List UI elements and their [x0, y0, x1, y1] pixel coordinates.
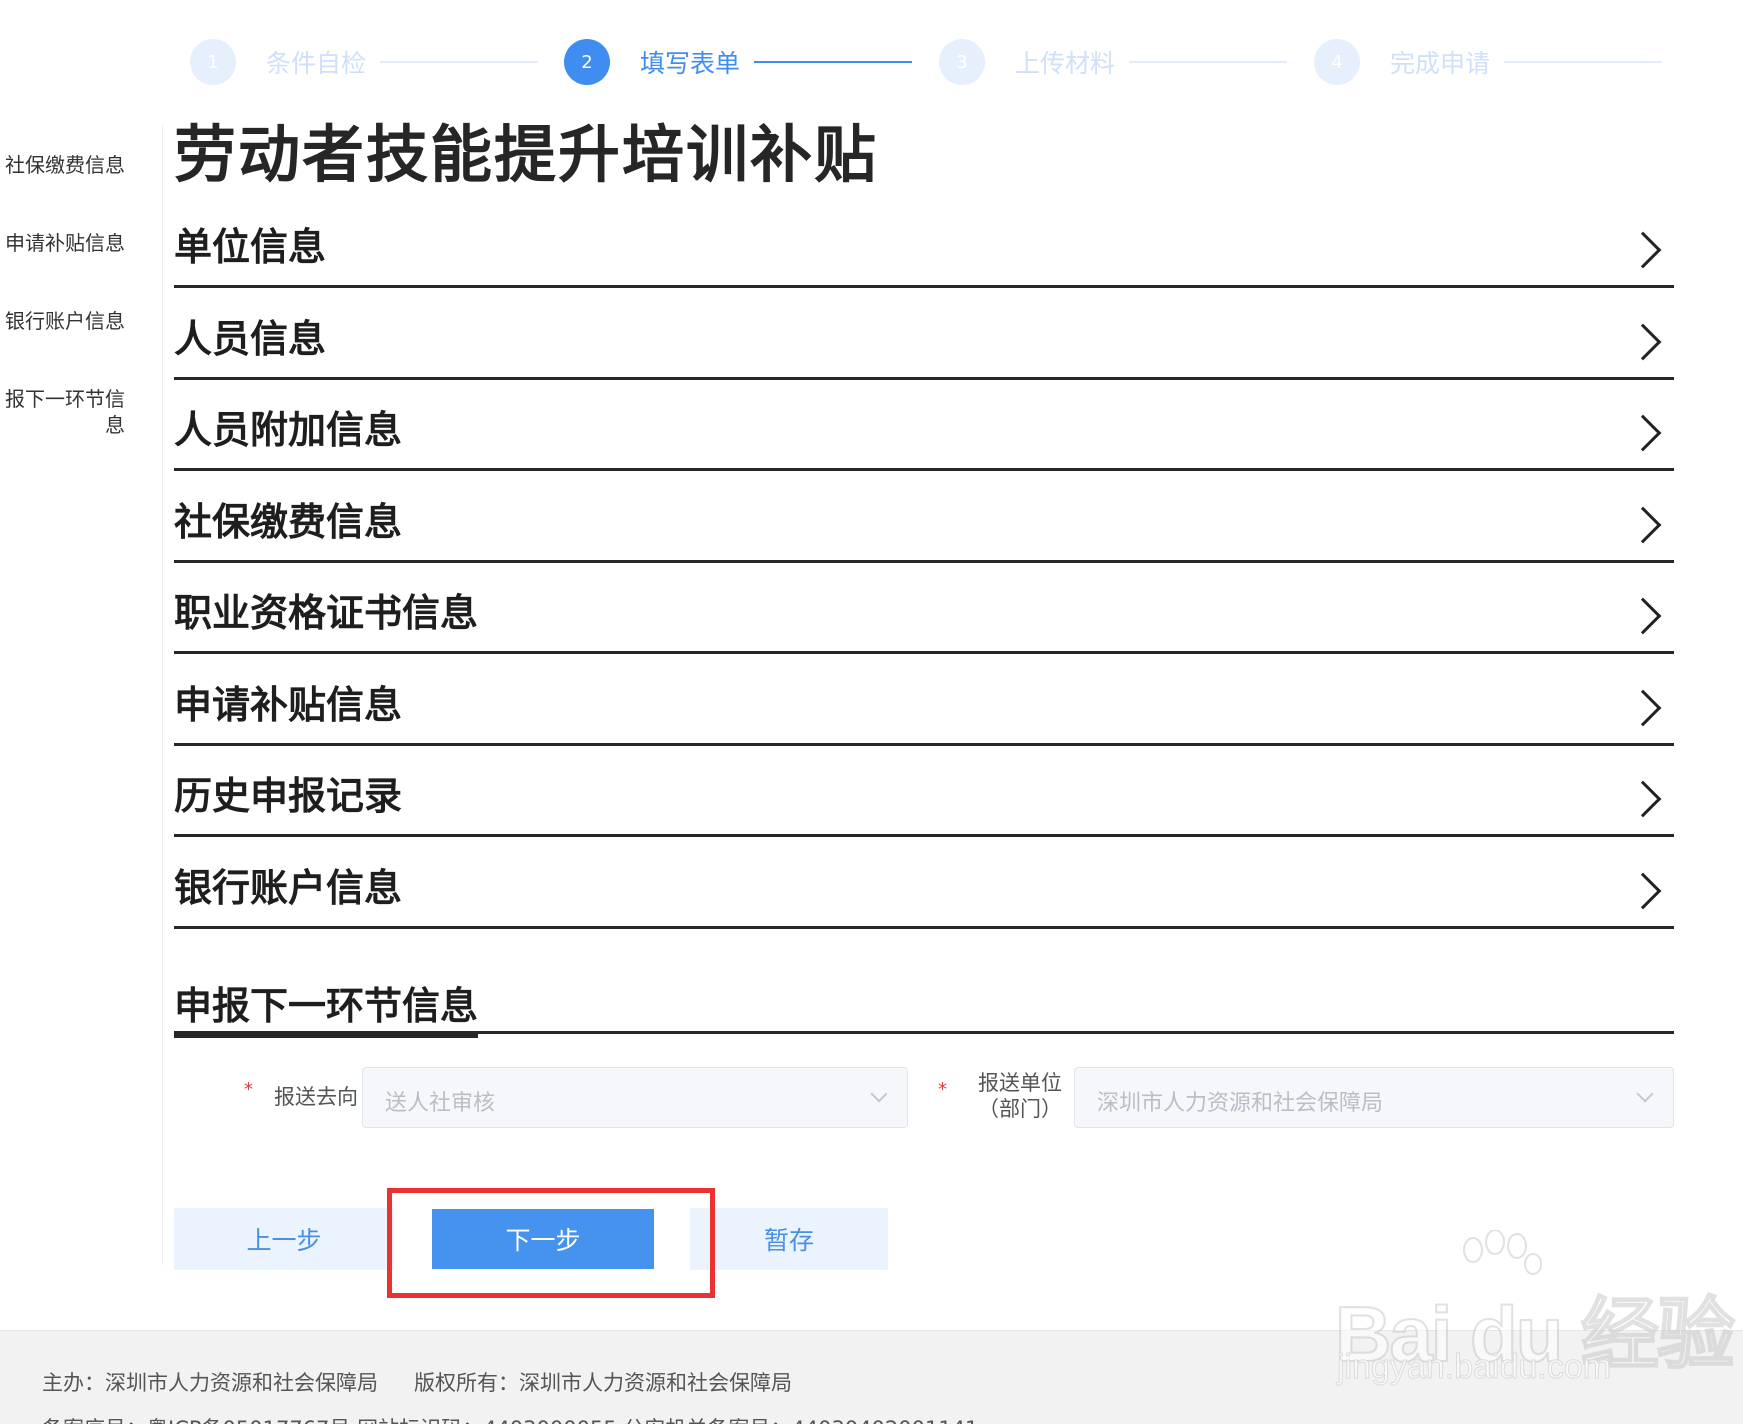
footer-info: 主办：深圳市人力资源和社会保障局 版权所有：深圳市人力资源和社会保障局	[42, 1367, 792, 1397]
section-bank-account-info[interactable]: 银行账户信息	[174, 837, 1674, 929]
step-label: 条件自检	[266, 49, 367, 78]
step-connector	[754, 61, 913, 63]
section-label: 单位信息	[174, 225, 327, 269]
section-label: 人员附加信息	[174, 408, 403, 452]
anchor-item-subsidy[interactable]: 申请补贴信息	[0, 230, 125, 256]
anchor-item-bank-account[interactable]: 银行账户信息	[0, 308, 125, 334]
send-unit-label-line2: （部门）	[978, 1096, 1062, 1121]
section-label: 职业资格证书信息	[174, 591, 479, 635]
step-number: 2	[564, 39, 610, 85]
step-1: 1 条件自检	[190, 37, 539, 87]
send-direction-select[interactable]: 送人社审核	[362, 1066, 908, 1128]
nav-divider	[162, 125, 163, 1265]
anchor-item-next-step[interactable]: 报下一环节信息	[0, 386, 125, 440]
chevron-right-icon	[1624, 231, 1662, 269]
step-number: 4	[1314, 39, 1360, 85]
send-unit-label: 报送单位 （部门）	[964, 1070, 1076, 1122]
save-draft-button[interactable]: 暂存	[690, 1208, 888, 1270]
section-label: 社保缴费信息	[174, 499, 403, 544]
chevron-down-icon	[1636, 1085, 1654, 1102]
step-label: 上传材料	[1015, 49, 1116, 78]
send-direction-label: 报送去向	[274, 1084, 358, 1109]
section-label: 银行账户信息	[174, 865, 403, 910]
step-4: 4 完成申请	[1314, 37, 1663, 87]
next-step-form-row: * 报送去向 送人社审核 * 报送单位 （部门） 深圳市人力资源和社会保障局	[174, 1034, 1674, 1174]
footer-icp: 备案序号：粤ICP备05017767号 网站标识码：4403000055 公安机…	[42, 1413, 978, 1424]
section-certificate-info[interactable]: 职业资格证书信息	[174, 563, 1674, 654]
chevron-right-icon	[1624, 414, 1662, 452]
chevron-right-icon	[1624, 872, 1662, 909]
section-social-security-info[interactable]: 社保缴费信息	[174, 471, 1674, 563]
baidu-watermark: Bai du 经验 jingyan.baidu.com	[1334, 1230, 1736, 1390]
section-label: 申请补贴信息	[174, 682, 403, 727]
section-personnel-extra-info[interactable]: 人员附加信息	[174, 380, 1674, 471]
required-mark: *	[938, 1078, 947, 1100]
send-unit-select[interactable]: 深圳市人力资源和社会保障局	[1074, 1066, 1674, 1128]
select-value: 送人社审核	[385, 1090, 496, 1116]
chevron-right-icon	[1624, 506, 1662, 543]
select-value: 深圳市人力资源和社会保障局	[1097, 1090, 1384, 1116]
send-unit-label-line1: 报送单位	[978, 1070, 1062, 1095]
anchor-item-social-security[interactable]: 社保缴费信息	[0, 152, 125, 178]
chevron-down-icon	[870, 1085, 888, 1102]
chevron-right-icon	[1624, 323, 1662, 360]
prev-step-button[interactable]: 上一步	[174, 1208, 394, 1270]
step-connector	[380, 61, 539, 63]
step-label: 完成申请	[1390, 49, 1491, 78]
required-mark: *	[244, 1078, 253, 1100]
step-connector	[1129, 61, 1288, 63]
main-content: 劳动者技能提升培训补贴 单位信息 人员信息 人员附加信息 社保缴费信息 职业资格…	[174, 110, 1674, 1174]
section-personnel-info[interactable]: 人员信息	[174, 288, 1674, 380]
chevron-right-icon	[1624, 780, 1662, 818]
section-label: 历史申报记录	[174, 774, 403, 818]
step-number: 1	[190, 39, 236, 85]
section-history-records[interactable]: 历史申报记录	[174, 746, 1674, 837]
step-connector	[1504, 61, 1663, 63]
footer-host: 主办：深圳市人力资源和社会保障局	[42, 1371, 378, 1395]
section-subsidy-info[interactable]: 申请补贴信息	[174, 654, 1674, 746]
step-2: 2 填写表单	[564, 37, 913, 87]
section-label: 人员信息	[174, 316, 327, 361]
step-number: 3	[939, 39, 985, 85]
section-next-step-info: 申报下一环节信息	[174, 929, 1674, 1038]
progress-stepper: 1 条件自检 2 填写表单 3 上传材料 4 完成申请	[0, 0, 1743, 120]
watermark-url: jingyan.baidu.com	[1336, 1348, 1612, 1387]
chevron-right-icon	[1624, 597, 1662, 635]
page-title: 劳动者技能提升培训补贴	[174, 118, 879, 191]
step-label: 填写表单	[640, 49, 741, 78]
next-step-button[interactable]: 下一步	[432, 1209, 654, 1269]
section-label: 申报下一环节信息	[174, 975, 479, 1038]
footer-copyright: 版权所有：深圳市人力资源和社会保障局	[414, 1371, 792, 1395]
app-root: 1 条件自检 2 填写表单 3 上传材料 4 完成申请 社保缴费信息 申请补贴信…	[0, 0, 1743, 1424]
step-3: 3 上传材料	[939, 37, 1288, 87]
chevron-right-icon	[1624, 689, 1662, 726]
section-unit-info[interactable]: 单位信息	[174, 200, 1674, 288]
